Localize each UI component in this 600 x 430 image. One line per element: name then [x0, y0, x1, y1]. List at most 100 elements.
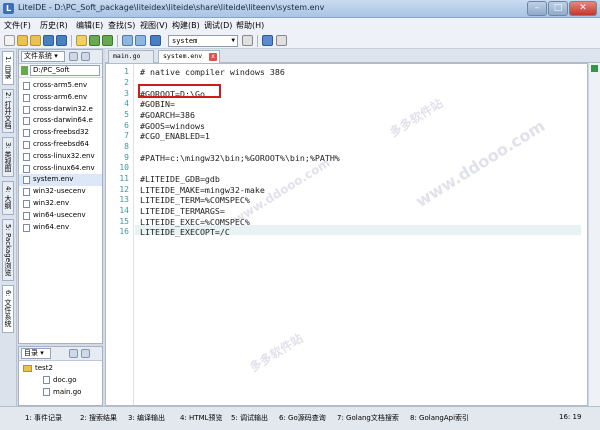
environment-select[interactable]: system ▼ [168, 35, 238, 47]
env-edit-icon[interactable] [242, 35, 253, 46]
menu-edit[interactable]: 编辑(E) [76, 20, 103, 31]
menu-find[interactable]: 查找(S) [108, 20, 135, 31]
liteide-app-icon: L [3, 3, 14, 14]
file-name: cross-darwin64.e [33, 116, 93, 125]
float-icon[interactable] [69, 349, 78, 358]
directory-select[interactable]: 目录 ▾ [21, 348, 51, 359]
list-item[interactable]: cross-darwin64.e [19, 115, 102, 127]
tab-open-documents[interactable]: 2: 打开文档 [2, 89, 14, 133]
side-tab-bar: 1: 目录 2: 打开文档 3: 类视图 4: 大纲 5: Package浏览 … [0, 49, 17, 406]
line-number: 4 [124, 99, 129, 108]
file-name: win32.env [33, 198, 70, 207]
options-icon[interactable] [276, 35, 287, 46]
tab-main-go[interactable]: main.go [108, 50, 154, 63]
status-tab-build-output[interactable]: 3: 编译输出 [128, 413, 165, 423]
file-icon [23, 211, 30, 220]
list-item-selected[interactable]: system.env [19, 174, 102, 187]
file-name: cross-linux32.env [33, 151, 95, 160]
directory-select-value: 目录 [24, 349, 38, 357]
watermark-text: 多多软件站 [387, 96, 446, 140]
save-all-icon[interactable] [56, 35, 67, 46]
list-item[interactable]: cross-freebsd64 [19, 139, 102, 151]
list-item[interactable]: cross-arm6.env [19, 92, 102, 104]
line-number: 1 [124, 67, 129, 76]
menu-view[interactable]: 视图(V) [140, 20, 168, 31]
toolbar-separator [71, 35, 72, 47]
settings-icon[interactable] [262, 35, 273, 46]
status-tab-event-log[interactable]: 1: 事件记录 [25, 413, 62, 423]
save-icon[interactable] [43, 35, 54, 46]
code-line: # native compiler windows 386 [140, 67, 285, 77]
path-input[interactable]: D:/PC_Soft [30, 65, 100, 76]
tab-package-browser[interactable]: 5: Package浏览 [2, 219, 14, 281]
menu-help[interactable]: 帮助(H) [236, 20, 264, 31]
file-name: cross-darwin32.e [33, 104, 93, 113]
code-line: #GOARCH=386 [140, 110, 195, 120]
tab-system-env[interactable]: system.env x [158, 50, 220, 63]
forward-arrow-icon[interactable] [102, 35, 113, 46]
back-arrow-icon[interactable] [89, 35, 100, 46]
status-tab-golang-doc[interactable]: 7: Golang文档搜索 [337, 413, 399, 423]
line-number: 6 [124, 121, 129, 130]
menu-history[interactable]: 历史(R) [40, 20, 68, 31]
line-number-gutter: 1 2 3 4 5 6 7 8 9 10 11 12 13 14 15 16 [106, 64, 134, 405]
line-number: 8 [124, 142, 129, 151]
file-name: cross-freebsd64 [33, 139, 89, 148]
list-item[interactable]: cross-linux64.env [19, 163, 102, 175]
tab-outline[interactable]: 4: 大纲 [2, 181, 14, 215]
close-panel-icon[interactable] [81, 52, 90, 61]
list-item[interactable]: win64.env [19, 222, 102, 234]
list-item[interactable]: cross-linux32.env [19, 151, 102, 163]
status-tab-golang-api[interactable]: 8: GolangApi索引 [410, 413, 469, 423]
tab-class-view[interactable]: 3: 类视图 [2, 137, 14, 177]
vertical-scrollbar[interactable] [588, 63, 600, 406]
watermark-text: 多多软件站 [247, 331, 306, 375]
status-bar: 1: 事件记录 2: 搜索结果 3: 编译输出 4: HTML预览 5: 调试输… [0, 406, 600, 430]
minimize-button[interactable]: – [527, 1, 547, 16]
list-item[interactable]: win32-usecenv [19, 186, 102, 198]
code-line: LITEIDE_TERM=%COMSPEC% [140, 195, 250, 205]
line-number: 13 [119, 195, 129, 204]
toolbar-separator [117, 35, 118, 47]
menu-debug[interactable]: 调试(D) [204, 20, 232, 31]
open-project-icon[interactable] [30, 35, 41, 46]
tab-file-system[interactable]: 6: 文件系统 [2, 285, 14, 333]
maximize-button[interactable]: □ [548, 1, 568, 16]
status-tab-html-preview[interactable]: 4: HTML预览 [180, 413, 223, 423]
float-icon[interactable] [69, 52, 78, 61]
tree-file[interactable]: main.go [43, 388, 81, 396]
file-name: win64-usecenv [33, 210, 86, 219]
list-item[interactable]: cross-arm5.env [19, 80, 102, 92]
tab-directory[interactable]: 1: 目录 [2, 51, 14, 85]
open-folder-icon[interactable] [17, 35, 28, 46]
path-row: D:/PC_Soft [19, 64, 102, 78]
file-system-select[interactable]: 文件系统 ▾ [21, 51, 65, 62]
chevron-down-icon: ▾ [40, 349, 44, 357]
close-button[interactable]: ✕ [569, 1, 597, 16]
status-tab-go-source[interactable]: 6: Go源码查询 [279, 413, 326, 423]
build-icon[interactable] [76, 35, 87, 46]
list-item[interactable]: win64-usecenv [19, 210, 102, 222]
gocode-icon[interactable] [135, 35, 146, 46]
code-editor[interactable]: 1 2 3 4 5 6 7 8 9 10 11 12 13 14 15 16 #… [105, 63, 588, 406]
go-icon[interactable] [150, 35, 161, 46]
watermark-text: www.ddooo.com [412, 116, 549, 211]
close-icon[interactable]: x [209, 53, 217, 61]
code-line: #GOOS=windows [140, 121, 205, 131]
new-file-icon[interactable] [4, 35, 15, 46]
menu-build[interactable]: 构建(B) [172, 20, 200, 31]
file-name: cross-arm6.env [33, 92, 88, 101]
status-tab-debug-output[interactable]: 5: 调试输出 [231, 413, 268, 423]
tree-file[interactable]: doc.go [43, 376, 77, 384]
file-icon [23, 152, 30, 161]
fmt-icon[interactable] [122, 35, 133, 46]
chevron-down-icon: ▼ [231, 37, 235, 44]
menu-file[interactable]: 文件(F) [4, 20, 31, 31]
list-item[interactable]: cross-darwin32.e [19, 104, 102, 116]
line-number: 9 [124, 153, 129, 162]
tree-folder[interactable]: test2 [23, 364, 53, 372]
list-item[interactable]: win32.env [19, 198, 102, 210]
status-tab-search-results[interactable]: 2: 搜索结果 [80, 413, 117, 423]
close-panel-icon[interactable] [81, 349, 90, 358]
list-item[interactable]: cross-freebsd32 [19, 127, 102, 139]
